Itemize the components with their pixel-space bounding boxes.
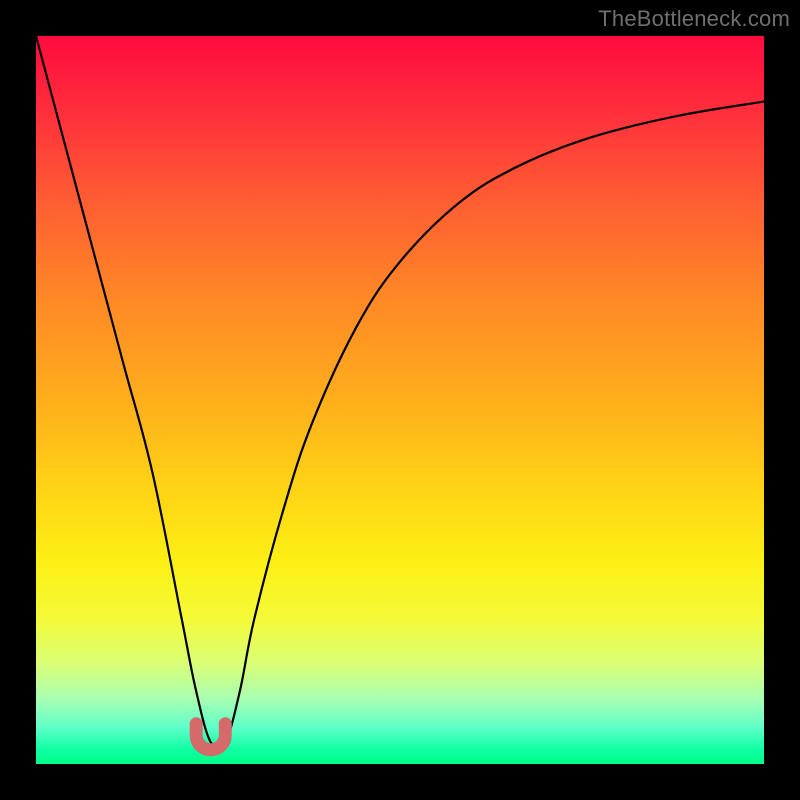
watermark-text: TheBottleneck.com xyxy=(598,6,790,32)
optimal-marker xyxy=(196,724,225,750)
plot-area xyxy=(36,36,764,764)
curve-path xyxy=(36,36,764,749)
chart-frame: TheBottleneck.com xyxy=(0,0,800,800)
curve-layer xyxy=(36,36,764,764)
bottleneck-curve xyxy=(36,36,764,749)
optimal-marker-path xyxy=(196,724,225,750)
